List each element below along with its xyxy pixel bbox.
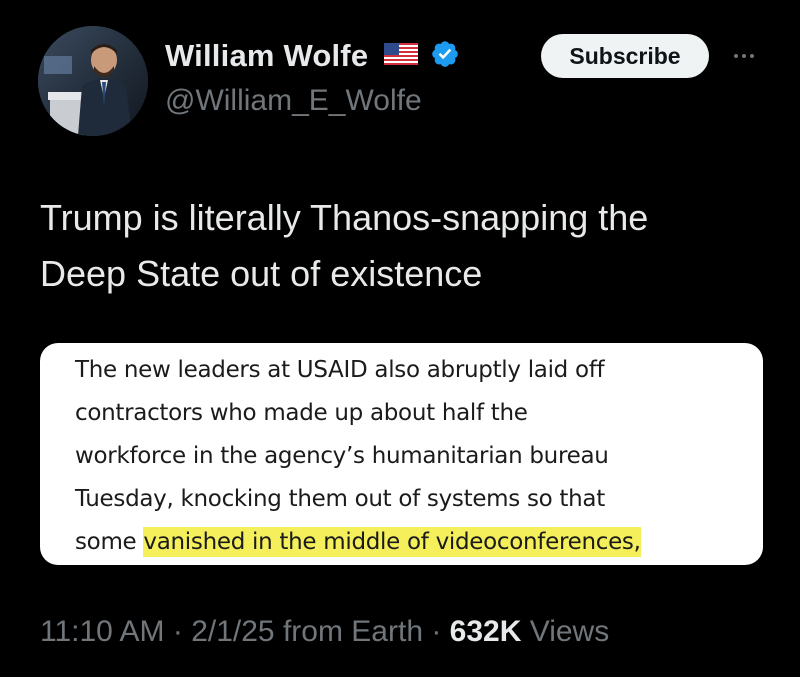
subscribe-button[interactable]: Subscribe <box>541 34 709 78</box>
tweet-text: Trump is literally Thanos-snapping the D… <box>40 190 770 302</box>
excerpt-line: The new leaders at USAID also abruptly l… <box>75 357 605 383</box>
tweet-text-line: Trump is literally Thanos-snapping the <box>40 197 649 238</box>
verified-badge-icon[interactable] <box>430 39 460 73</box>
excerpt-plain-text: some <box>75 529 144 555</box>
post-date[interactable]: 2/1/25 <box>191 615 274 648</box>
author-handle[interactable]: @William_E_Wolfe <box>165 84 422 118</box>
excerpt-line: workforce in the agency’s humanitarian b… <box>75 443 609 469</box>
dot <box>750 54 754 58</box>
author-avatar[interactable] <box>38 26 148 136</box>
views-label: Views <box>521 615 610 648</box>
tweet-metadata: 11:10 AM · 2/1/25 from Earth · 632K View… <box>40 615 609 649</box>
excerpt-line: Tuesday, knocking them out of systems so… <box>75 486 605 512</box>
views-count[interactable]: 632K <box>450 615 522 648</box>
excerpt-line: contractors who made up about half the <box>75 400 528 426</box>
attached-image[interactable]: The new leaders at USAID also abruptly l… <box>40 343 763 565</box>
separator: · <box>164 615 192 648</box>
tweet-text-line: Deep State out of existence <box>40 253 483 294</box>
dot <box>742 54 746 58</box>
us-flag-icon <box>384 43 419 69</box>
post-source: from Earth <box>274 615 423 648</box>
avatar-photo <box>38 26 148 136</box>
author-display-name[interactable]: William Wolfe <box>165 38 368 74</box>
highlighted-text: vanished in the middle of videoconferenc… <box>143 527 641 557</box>
separator: · <box>423 615 450 648</box>
dot <box>734 54 738 58</box>
author-name-row: William Wolfe <box>165 38 460 74</box>
excerpt-line: some vanished in the middle of videoconf… <box>75 521 755 564</box>
post-time[interactable]: 11:10 AM <box>40 615 165 648</box>
article-excerpt: The new leaders at USAID also abruptly l… <box>75 349 755 564</box>
more-options-icon[interactable] <box>726 38 762 74</box>
